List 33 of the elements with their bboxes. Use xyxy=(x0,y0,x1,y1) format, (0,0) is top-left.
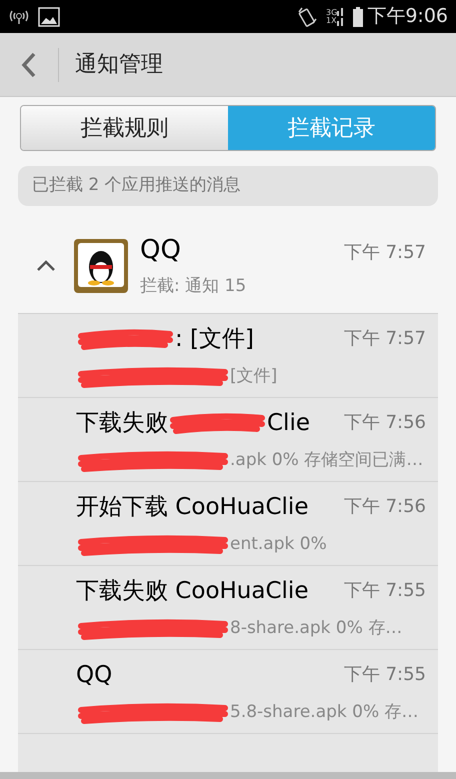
signal-tower-icon xyxy=(8,8,30,24)
block-count: 拦截: 通知 15 xyxy=(140,275,248,298)
notification-title: QQ xyxy=(76,660,112,690)
time-label: 下午 7:57 xyxy=(344,327,426,352)
battery-icon xyxy=(353,6,364,26)
notification-title: 下载失败 xyxy=(76,408,168,438)
penguin-icon xyxy=(74,238,128,292)
time-label: 下午 7:55 xyxy=(344,663,426,688)
notification-text: .apk 0% 存储空间已满… xyxy=(230,449,424,472)
time-label: 下午 7:56 xyxy=(344,411,426,436)
summary-banner: 已拦截 2 个应用推送的消息 xyxy=(18,166,438,206)
signal-icon xyxy=(337,8,346,26)
time-label: 下午 7:57 xyxy=(344,241,426,266)
time-label: 下午 7:56 xyxy=(344,495,426,520)
network-label: 1X xyxy=(326,16,338,24)
back-icon xyxy=(21,52,37,78)
notification-text: ent.apk 0% xyxy=(230,533,327,556)
notification-text: [文件] xyxy=(230,365,278,388)
notification-text: 5.8-share.apk 0% 存… xyxy=(230,701,419,724)
notification-title: : [文件] xyxy=(175,324,254,354)
notification-title: 开始下载 CooHuaClie xyxy=(76,492,308,522)
notification-title: Clie xyxy=(267,408,310,438)
network-label: 3G xyxy=(326,8,338,16)
image-icon xyxy=(38,6,60,26)
tab[interactable]: 拦截规则 xyxy=(21,106,228,150)
time-label: 下午 7:55 xyxy=(344,579,426,604)
status-time: 下午9:06 xyxy=(367,4,448,30)
chevron-up-icon xyxy=(36,260,56,272)
page-title: 通知管理 xyxy=(75,51,163,79)
app-name: QQ xyxy=(140,234,182,268)
notification-text: 8-share.apk 0% 存… xyxy=(230,617,402,640)
notification-title: 下载失败 CooHuaClie xyxy=(76,576,308,606)
vibrate-icon xyxy=(296,6,318,28)
